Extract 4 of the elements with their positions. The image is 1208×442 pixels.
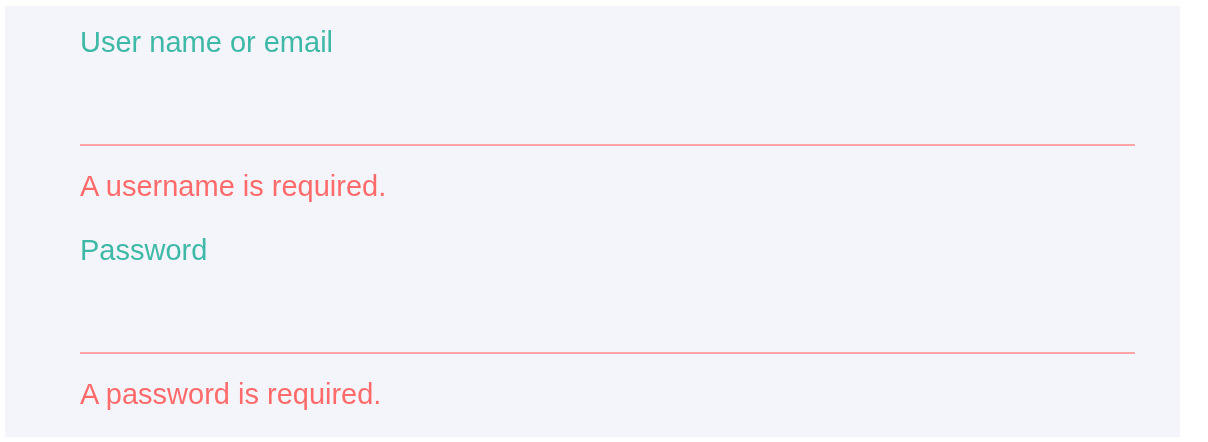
field-label: Password [80,233,209,268]
error-message: A password is required. [80,377,383,412]
error-message: A username is required. [80,169,388,204]
field-label: User name or email [80,25,335,60]
